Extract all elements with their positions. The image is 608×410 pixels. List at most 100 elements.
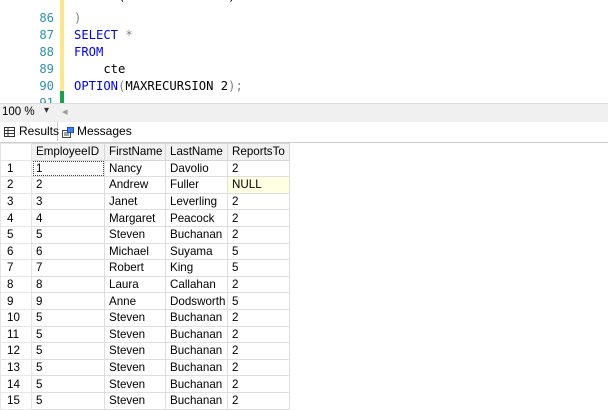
row-number[interactable]: 15 [0,391,32,410]
table-cell[interactable]: Buchanan [165,225,228,244]
table-cell[interactable]: 2 [227,192,290,211]
table-row[interactable]: 1 1 Nancy Davolio 2 [0,159,290,178]
table-row[interactable]: 9 9 Anne Dodsworth 5 [0,292,290,310]
table-cell[interactable]: Buchanan [165,308,228,327]
table-row[interactable]: 3 3 Janet Leverling 2 [0,192,290,211]
table-cell[interactable]: 2 [227,391,290,410]
query-editor[interactable]: (. . . . . . .) 86)87SELECT *88FROM89 ct… [0,0,608,103]
table-cell[interactable]: 3 [31,192,105,211]
table-cell[interactable]: Nancy [104,159,166,178]
scroll-left-icon[interactable]: ◂ [62,105,68,118]
table-row[interactable]: 14 5 Steven Buchanan 2 [0,375,290,393]
table-cell[interactable]: 2 [227,275,290,294]
table-cell[interactable]: Buchanan [165,375,228,393]
table-cell[interactable]: Steven [104,325,166,344]
table-cell[interactable]: 2 [227,342,290,360]
table-cell[interactable]: Anne [104,292,166,310]
row-number[interactable]: 8 [0,275,32,294]
table-cell[interactable]: Leverling [165,192,228,211]
table-cell[interactable]: Buchanan [165,391,228,410]
table-cell[interactable]: 2 [31,176,105,194]
table-cell[interactable]: Buchanan [165,325,228,344]
table-cell[interactable]: 9 [31,292,105,310]
row-number[interactable]: 11 [0,325,32,344]
table-cell[interactable]: 5 [31,225,105,244]
table-cell[interactable]: 5 [31,358,105,377]
table-row[interactable]: 15 5 Steven Buchanan 2 [0,391,290,410]
table-cell[interactable]: 5 [31,325,105,344]
zoom-level[interactable]: 100 % [2,106,35,118]
table-row[interactable]: 8 8 Laura Callahan 2 [0,275,290,294]
row-number[interactable]: 2 [0,176,32,194]
results-grid[interactable]: EmployeeID FirstName LastName ReportsTo 11N… [0,143,608,410]
table-cell[interactable]: 1 [31,159,105,178]
table-cell[interactable]: 4 [31,209,105,227]
table-cell[interactable]: Steven [104,391,166,410]
table-cell[interactable]: 5 [31,342,105,360]
table-cell[interactable]: Buchanan [165,342,228,360]
table-cell[interactable]: 7 [31,259,105,277]
table-row[interactable]: 4 4 Margaret Peacock 2 [0,209,290,227]
table-cell[interactable]: Michael [104,242,166,261]
row-number[interactable]: 14 [0,375,32,393]
row-number[interactable]: 1 [0,159,32,178]
table-row[interactable]: 13 5 Steven Buchanan 2 [0,358,290,377]
row-number[interactable]: 9 [0,292,32,310]
table-row[interactable]: 11 5 Steven Buchanan 2 [0,325,290,344]
table-row[interactable]: 7 7 Robert King 5 [0,259,290,277]
table-cell[interactable]: 5 [31,391,105,410]
table-cell[interactable]: Steven [104,342,166,360]
row-number[interactable]: 12 [0,342,32,360]
table-cell[interactable]: 2 [227,159,290,178]
table-cell[interactable]: 5 [227,292,290,310]
table-cell[interactable]: 2 [227,225,290,244]
table-row[interactable]: 2 2 Andrew Fuller NULL [0,176,290,194]
row-number[interactable]: 13 [0,358,32,377]
table-cell[interactable]: Steven [104,375,166,393]
row-number[interactable]: 10 [0,308,32,327]
table-cell[interactable]: Fuller [165,176,228,194]
row-number[interactable]: 3 [0,192,32,211]
table-row[interactable]: 10 5 Steven Buchanan 2 [0,308,290,327]
table-row[interactable]: 5 5 Steven Buchanan 2 [0,225,290,244]
table-row[interactable]: 12 5 Steven Buchanan 2 [0,342,290,360]
table-cell[interactable]: Dodsworth [165,292,228,310]
table-cell[interactable]: 2 [227,308,290,327]
table-cell[interactable]: Robert [104,259,166,277]
row-number[interactable]: 5 [0,225,32,244]
table-cell[interactable]: King [165,259,228,277]
table-cell[interactable]: Davolio [165,159,228,178]
horizontal-scrollbar[interactable] [74,108,608,118]
table-row[interactable]: 6 6 Michael Suyama 5 [0,242,290,261]
table-cell[interactable]: Laura [104,275,166,294]
table-cell[interactable]: 2 [227,358,290,377]
table-cell[interactable]: 5 [31,308,105,327]
column-header[interactable]: LastName [165,143,228,161]
table-cell[interactable]: 2 [227,209,290,227]
tab-messages[interactable]: Messages [59,122,132,141]
table-cell[interactable]: 5 [227,259,290,277]
column-header[interactable]: FirstName [104,143,166,161]
zoom-dropdown-icon[interactable]: ▾ [44,105,49,116]
table-cell[interactable]: Margaret [104,209,166,227]
tab-results[interactable]: Results [0,122,59,141]
table-cell[interactable]: Janet [104,192,166,211]
table-cell[interactable]: Steven [104,308,166,327]
row-number[interactable]: 4 [0,209,32,227]
table-cell[interactable]: Buchanan [165,358,228,377]
column-header[interactable]: ReportsTo [227,143,290,161]
select-all-corner[interactable] [0,143,32,161]
table-cell[interactable]: Peacock [165,209,228,227]
table-cell[interactable]: 2 [227,325,290,344]
table-cell[interactable]: NULL [227,176,290,194]
table-cell[interactable]: Callahan [165,275,228,294]
table-cell[interactable]: Steven [104,225,166,244]
row-number[interactable]: 7 [0,259,32,277]
row-number[interactable]: 6 [0,242,32,261]
table-cell[interactable]: Andrew [104,176,166,194]
table-cell[interactable]: 8 [31,275,105,294]
table-cell[interactable]: 5 [227,242,290,261]
table-cell[interactable]: Steven [104,358,166,377]
column-header[interactable]: EmployeeID [31,143,105,161]
table-cell[interactable]: Suyama [165,242,228,261]
